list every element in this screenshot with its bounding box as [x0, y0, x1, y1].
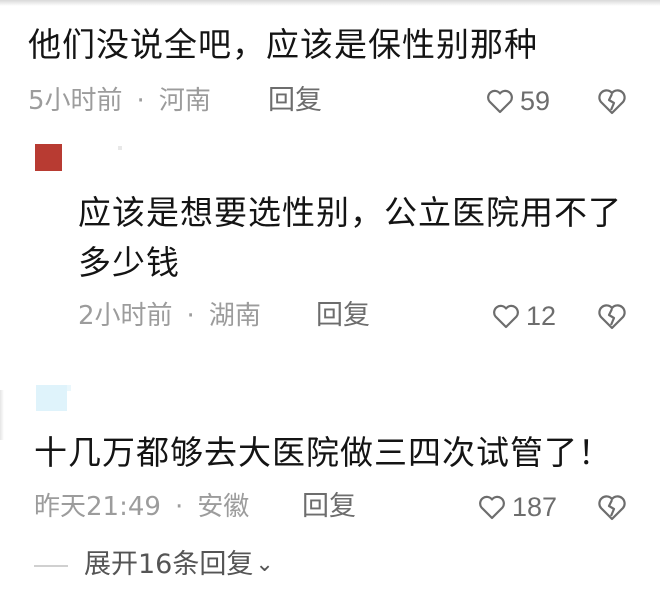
meta-separator: · — [174, 492, 184, 522]
screen-edge-shadow — [0, 390, 4, 440]
chevron-down-icon: ⌄ — [255, 552, 274, 577]
heart-icon — [493, 304, 519, 329]
reply-button[interactable]: 回复 — [268, 84, 322, 118]
heart-icon — [487, 89, 513, 114]
heart-icon — [479, 495, 505, 520]
comment-location: 安徽 — [197, 492, 250, 522]
username-placeholder — [118, 146, 122, 150]
avatar[interactable] — [36, 385, 67, 411]
expand-divider — [34, 565, 68, 567]
expand-replies-label: 展开16条回复 — [84, 549, 254, 580]
reply-time: 2小时前 — [78, 301, 173, 331]
like-button[interactable]: 59 — [486, 84, 550, 118]
avatar-edge — [67, 385, 71, 391]
broken-heart-icon[interactable] — [597, 86, 627, 116]
like-count: 187 — [512, 491, 558, 522]
broken-heart-icon[interactable] — [597, 301, 627, 331]
comment-text[interactable]: 十几万都够去大医院做三四次试管了！ — [34, 430, 612, 476]
meta-separator: · — [136, 86, 145, 116]
expand-replies-button[interactable]: 展开16条回复⌄ — [84, 547, 274, 583]
meta-separator: · — [186, 301, 195, 331]
reply-meta: 2小时前 · 湖南 — [78, 299, 261, 333]
comment-meta: 5小时前 · 河南 — [28, 84, 211, 118]
reply-button[interactable]: 回复 — [302, 490, 356, 524]
reply-text-line-1[interactable]: 应该是想要选性别，公立医院用不了 — [78, 190, 622, 236]
broken-heart-icon[interactable] — [597, 492, 627, 522]
like-count: 59 — [520, 85, 551, 116]
comment-time: 5小时前 — [28, 86, 123, 116]
comment-location: 河南 — [158, 86, 211, 116]
avatar[interactable] — [35, 144, 62, 171]
comment-time: 昨天21:49 — [34, 492, 161, 522]
reply-button[interactable]: 回复 — [316, 299, 370, 333]
top-divider — [0, 0, 660, 6]
reply-text-line-2[interactable]: 多少钱 — [78, 240, 180, 286]
like-button[interactable]: 187 — [478, 490, 557, 524]
comment-meta: 昨天21:49 · 安徽 — [34, 490, 249, 524]
like-count: 12 — [526, 300, 557, 331]
comment-text[interactable]: 他们没说全吧，应该是保性别那种 — [28, 22, 538, 68]
reply-location: 湖南 — [208, 301, 261, 331]
like-button[interactable]: 12 — [492, 299, 556, 333]
